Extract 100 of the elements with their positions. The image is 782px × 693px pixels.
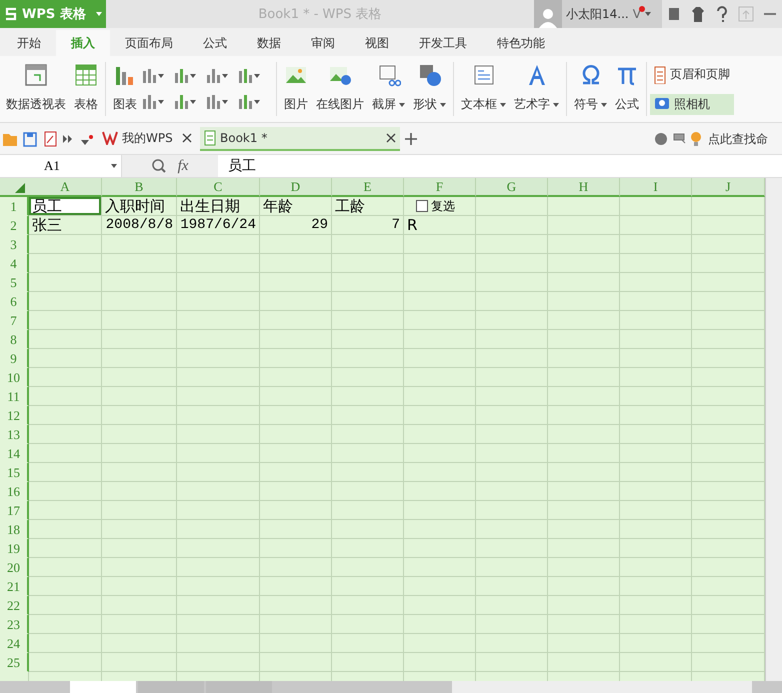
row-header[interactable]: 11 [0, 387, 29, 406]
ribbon-button[interactable]: 图片 [280, 59, 312, 119]
ribbon-button[interactable]: 图表 [109, 59, 141, 119]
formula-input-field[interactable]: 员工 [218, 155, 782, 177]
row-header[interactable]: 20 [0, 558, 29, 577]
ribbon-button[interactable]: 文本框 [457, 59, 510, 119]
row-header[interactable]: 2 [0, 216, 29, 235]
menu-tab[interactable]: 页面布局 [110, 30, 188, 56]
column-header[interactable]: F [404, 178, 476, 197]
menu-tab[interactable]: 开发工具 [404, 30, 482, 56]
table-cell-text: 年龄 [262, 197, 294, 215]
menu-tab[interactable]: 特色功能 [482, 30, 560, 56]
box-icon [668, 7, 680, 21]
caret-icon [644, 12, 651, 16]
folder-icon [2, 132, 18, 146]
row-header[interactable]: 13 [0, 425, 29, 444]
caret-icon [190, 100, 196, 104]
ribbon-button[interactable]: 照相机 [650, 94, 734, 114]
ribbon-button[interactable]: 页眉和页脚 [650, 64, 734, 86]
row-header[interactable]: 7 [0, 311, 29, 330]
document-tab[interactable]: Book1 * [200, 127, 400, 151]
column-header[interactable]: B [102, 178, 177, 197]
table-cell-text: 29 [310, 216, 329, 234]
column-header[interactable]: J [692, 178, 765, 197]
user-name[interactable]: 小太阳14... [566, 6, 629, 22]
caret-icon [158, 100, 164, 104]
chart-icon [143, 69, 157, 83]
row-header[interactable]: 16 [0, 482, 29, 501]
menu-tab[interactable]: 开始 [2, 30, 56, 56]
row-header[interactable]: 8 [0, 330, 29, 349]
row-header[interactable]: 23 [0, 615, 29, 634]
column-header[interactable]: E [332, 178, 404, 197]
table-cell-text: 张三 [31, 216, 63, 234]
row-header[interactable]: 14 [0, 444, 29, 463]
row-header[interactable]: 24 [0, 634, 29, 653]
menu-tab[interactable]: 审阅 [296, 30, 350, 56]
column-header[interactable]: H [548, 178, 620, 197]
column-header[interactable]: G [476, 178, 548, 197]
ribbon-button[interactable]: 符号 [570, 59, 611, 119]
row-header[interactable]: 21 [0, 577, 29, 596]
pivot-table-icon [24, 63, 48, 87]
row-header[interactable]: 9 [0, 349, 29, 368]
chart-icon [239, 69, 253, 83]
table-icon [74, 63, 98, 87]
name-box[interactable]: A1 [0, 155, 122, 177]
lightbulb-icon [690, 132, 702, 146]
chart-icon [175, 69, 189, 83]
column-header[interactable]: A [29, 178, 102, 197]
ribbon-button[interactable]: 在线图片 [312, 59, 368, 119]
shirt-icon [690, 6, 706, 22]
chart-icon [207, 69, 221, 83]
menu-tab[interactable]: 数据 [242, 30, 296, 56]
ribbon-button[interactable]: 截屏 [368, 59, 409, 119]
row-header[interactable]: 17 [0, 501, 29, 520]
zoom-icon [152, 159, 166, 173]
caret-icon [158, 74, 164, 78]
row-header[interactable]: 6 [0, 292, 29, 311]
row-header[interactable]: 10 [0, 368, 29, 387]
ribbon-button[interactable]: 形状 [409, 59, 450, 119]
column-header[interactable]: I [620, 178, 692, 197]
row-header[interactable]: 5 [0, 273, 29, 292]
help-icon [716, 6, 728, 22]
menu-tab[interactable]: 视图 [350, 30, 404, 56]
chart-icon [175, 95, 189, 109]
table-cell-text: 出生日期 [179, 197, 241, 215]
app-menu-button[interactable]: WPS 表格 [0, 0, 106, 28]
function-button[interactable]: fx [178, 158, 188, 174]
command-search-field[interactable]: 点此查找命 [706, 131, 782, 147]
wps-logo-icon [4, 7, 18, 21]
triangle-icon [15, 183, 25, 193]
caret-icon [190, 74, 196, 78]
horizontal-scrollbar[interactable] [452, 681, 752, 693]
window-title: Book1 * - WPS 表格 [257, 6, 383, 23]
w-logo-icon [102, 131, 118, 145]
document-tab[interactable]: 我的WPS [98, 127, 196, 151]
row-header[interactable]: 3 [0, 235, 29, 254]
checkbox[interactable]: 复选 [404, 197, 475, 215]
close-icon [182, 133, 192, 143]
caret-icon [96, 12, 102, 16]
vertical-scrollbar[interactable] [765, 178, 782, 681]
ribbon-button[interactable]: 公式 [611, 59, 643, 119]
row-header[interactable]: 25 [0, 653, 29, 672]
row-header[interactable]: 4 [0, 254, 29, 273]
ribbon-button[interactable]: 数据透视表 [2, 59, 70, 119]
table-cell-text: 1987/6/24 [179, 216, 257, 234]
menu-tab[interactable]: 公式 [188, 30, 242, 56]
camera-icon [654, 98, 670, 110]
ribbon-button[interactable]: 表格 [70, 59, 102, 119]
column-header[interactable]: D [260, 178, 332, 197]
column-header[interactable]: C [177, 178, 260, 197]
ribbon-button[interactable]: 艺术字 [510, 59, 563, 119]
row-header[interactable]: 1 [0, 197, 29, 216]
menu-tab[interactable]: 插入 [56, 30, 110, 56]
row-header[interactable]: 18 [0, 520, 29, 539]
row-header[interactable]: 19 [0, 539, 29, 558]
avatar-icon [534, 0, 562, 28]
row-header[interactable]: 22 [0, 596, 29, 615]
row-header[interactable]: 12 [0, 406, 29, 425]
select-all-corner[interactable] [0, 178, 29, 197]
row-header[interactable]: 15 [0, 463, 29, 482]
